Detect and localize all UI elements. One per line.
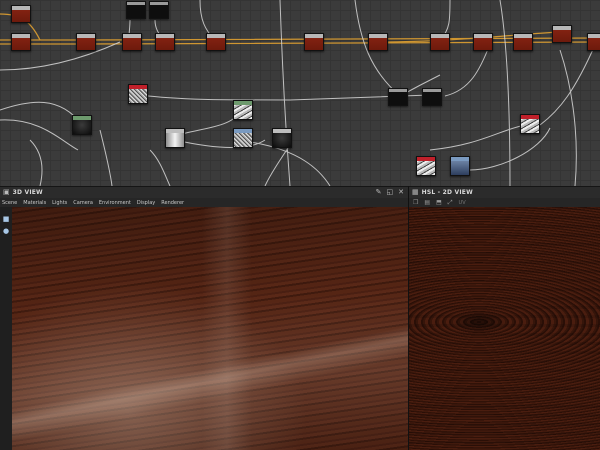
graph-node[interactable] (368, 33, 388, 51)
graph-wires (0, 0, 600, 186)
graph-node[interactable] (552, 25, 572, 43)
rough-thumbnail-node[interactable] (520, 114, 540, 134)
graph-node[interactable] (76, 33, 96, 51)
pin-icon[interactable]: ✎ (376, 189, 382, 196)
graph-node[interactable] (126, 1, 146, 19)
panel-header-2d: ▦ HSL - 2D VIEW (409, 186, 600, 198)
light-icon[interactable]: ● (2, 227, 10, 235)
graph-node[interactable] (304, 33, 324, 51)
rough-thumbnail-node[interactable] (416, 156, 436, 176)
menu-environment[interactable]: Environment (99, 200, 131, 206)
graph-node[interactable] (206, 33, 226, 51)
dark-thumbnail-node[interactable] (272, 128, 292, 148)
graph-node[interactable] (422, 88, 442, 106)
graph-node[interactable] (11, 33, 31, 51)
panel-title-2d: HSL - 2D VIEW (421, 189, 473, 196)
noise-thumbnail-node[interactable] (233, 128, 253, 148)
panel-header-3d: ▣ 3D VIEW ✎ ◱ ✕ (0, 186, 408, 198)
menu-renderer[interactable]: Renderer (161, 200, 184, 206)
close-icon[interactable]: ✕ (398, 189, 404, 196)
toolbar-2d: ❐ ▤ ⬒ ⤢ UV (409, 198, 600, 207)
menu-camera[interactable]: Camera (73, 200, 93, 206)
cube-icon: ▣ (3, 188, 10, 196)
graph-node[interactable] (149, 1, 169, 19)
menu-display[interactable]: Display (137, 200, 155, 206)
graph-node[interactable] (513, 33, 533, 51)
graph-node[interactable] (587, 33, 600, 51)
viewport-2d[interactable] (409, 207, 600, 450)
dark-thumbnail-node[interactable] (72, 115, 92, 135)
grid-icon: ▦ (412, 188, 419, 196)
graph-node[interactable] (430, 33, 450, 51)
menu-scene[interactable]: Scene (2, 200, 17, 206)
graph-node[interactable] (122, 33, 142, 51)
graph-node[interactable] (473, 33, 493, 51)
secondary-wires (0, 0, 596, 186)
graph-node[interactable] (155, 33, 175, 51)
graph-node[interactable] (388, 88, 408, 106)
viewport-3d[interactable] (12, 207, 408, 450)
panel-title-3d: 3D VIEW (12, 189, 43, 196)
fit-icon[interactable]: ⤢ (448, 199, 453, 206)
noise-thumbnail-node[interactable] (128, 84, 148, 104)
graph-node[interactable] (11, 5, 31, 23)
blue-thumbnail-node[interactable] (450, 156, 470, 176)
export-icon[interactable]: ⬒ (436, 199, 442, 206)
node-graph[interactable] (0, 0, 600, 186)
sidebar-3d: ■ ● (0, 207, 12, 450)
menu-lights[interactable]: Lights (52, 200, 67, 206)
maximize-icon[interactable]: ◱ (387, 189, 394, 196)
menubar-3d: Scene Materials Lights Camera Environmen… (0, 198, 408, 207)
metal-thumbnail-node[interactable] (165, 128, 185, 148)
uv-label[interactable]: UV (459, 200, 466, 206)
rough-thumbnail-node[interactable] (233, 100, 253, 120)
camera-icon[interactable]: ■ (2, 215, 10, 223)
copy-icon[interactable]: ❐ (413, 199, 418, 206)
menu-materials[interactable]: Materials (23, 200, 46, 206)
save-icon[interactable]: ▤ (424, 199, 430, 206)
